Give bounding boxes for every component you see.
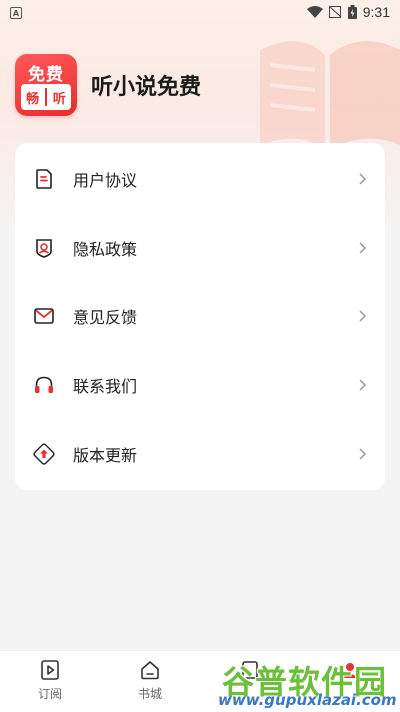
chevron-right-icon (359, 242, 367, 254)
status-right: 9:31 (306, 4, 390, 20)
battery-charging-icon (347, 5, 357, 19)
logo-top-text: 免费 (28, 65, 64, 85)
menu-label-privacy-policy: 隐私政策 (73, 239, 138, 259)
app-logo: 免费 畅 听 (15, 54, 77, 116)
menu-label-user-agreement: 用户协议 (73, 171, 138, 191)
document-icon (36, 169, 52, 190)
tab-subscribe[interactable]: 订阅 (0, 651, 100, 712)
tab-third[interactable] (200, 651, 300, 712)
profile-icon (342, 663, 358, 678)
logo-book: 畅 听 (21, 84, 71, 110)
upload-update-icon (33, 443, 55, 465)
no-signal-icon (328, 6, 342, 18)
logo-divider (45, 88, 47, 106)
notification-icon: A (10, 7, 22, 19)
home-icon (141, 661, 159, 680)
menu-label-version-update: 版本更新 (73, 445, 138, 465)
status-bar: A 9:31 (0, 0, 400, 24)
headset-icon (35, 376, 53, 394)
book-decoration-icon (260, 41, 400, 150)
menu-item-user-agreement[interactable]: 用户协议 (15, 145, 385, 214)
status-time: 9:31 (362, 4, 390, 20)
tab-label-bookstore: 书城 (137, 687, 162, 701)
hidden-icon (242, 661, 258, 679)
tab-bookstore[interactable]: 书城 (100, 651, 200, 712)
tab-profile[interactable] (300, 651, 400, 712)
menu-label-contact-us: 联系我们 (73, 377, 138, 397)
tab-label-subscribe: 订阅 (37, 687, 62, 701)
logo-right-text: 听 (52, 91, 66, 107)
logo-left-text: 畅 (26, 91, 40, 107)
mail-icon (34, 308, 54, 325)
menu-item-feedback[interactable]: 意见反馈 (15, 282, 385, 351)
menu-label-feedback: 意见反馈 (73, 308, 138, 328)
privacy-shield-icon (36, 239, 52, 258)
chevron-right-icon (359, 173, 367, 185)
menu-item-contact-us[interactable]: 联系我们 (15, 351, 385, 420)
chevron-right-icon (359, 448, 367, 460)
status-left: A (10, 5, 22, 20)
app-title: 听小说免费 (91, 75, 202, 100)
chevron-right-icon (359, 379, 367, 391)
chevron-right-icon (359, 310, 367, 323)
wifi-icon (306, 6, 323, 18)
menu-item-version-update[interactable]: 版本更新 (15, 419, 385, 488)
play-book-icon (41, 660, 59, 680)
menu-item-privacy-policy[interactable]: 隐私政策 (15, 214, 385, 283)
settings-menu-card: 用户协议 隐私政策 意见反馈 联系我们 版本更新 (15, 143, 385, 490)
app-header: 免费 畅 听 听小说免费 (15, 54, 201, 116)
bottom-tab-bar: 订阅 书城 (0, 650, 400, 712)
